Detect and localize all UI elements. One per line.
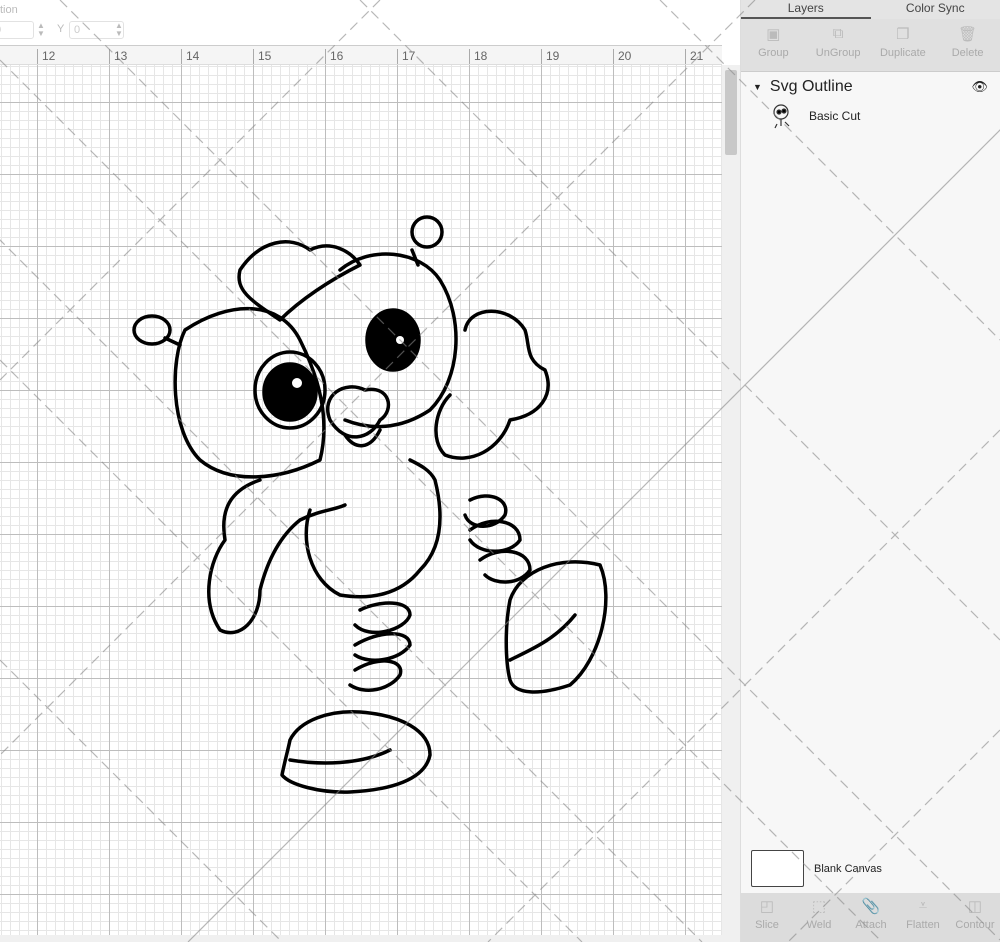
slice-icon: ◰ <box>759 898 775 915</box>
slice-label: Slice <box>755 919 779 931</box>
ruler-label: 21 <box>685 49 703 64</box>
duplicate-button[interactable]: ❐ Duplicate <box>871 19 936 71</box>
group-label: Group <box>758 47 789 59</box>
x-position-input[interactable]: 0 <box>0 21 34 39</box>
tab-color-sync[interactable]: Color Sync <box>871 0 1000 19</box>
position-label: tion <box>0 4 18 16</box>
layer-name: Basic Cut <box>809 109 861 123</box>
delete-button[interactable]: 🗑 Delete <box>935 19 1000 71</box>
y-label: Y <box>57 23 65 35</box>
layer-thumbnail <box>773 104 790 129</box>
slice-button[interactable]: ◰ Slice <box>741 893 793 942</box>
contour-button[interactable]: ◫ Contour <box>949 893 1000 942</box>
horizontal-scrollbar[interactable] <box>0 935 740 942</box>
delete-label: Delete <box>951 47 984 59</box>
blank-canvas-label: Blank Canvas <box>814 862 882 875</box>
paperclip-icon: 📎 <box>861 898 881 915</box>
y-stepper[interactable]: ▲ ▼ <box>115 22 123 38</box>
ruler-label: 13 <box>109 49 127 64</box>
group-name: Svg Outline <box>769 78 853 95</box>
contour-label: Contour <box>955 919 995 931</box>
scrollbar-thumb[interactable] <box>725 70 737 155</box>
canvas-swatch[interactable] <box>751 850 804 887</box>
ungroup-label: UnGroup <box>815 47 861 59</box>
weld-button[interactable]: ⬚ Weld <box>793 893 845 942</box>
ruler-label: 16 <box>325 49 343 64</box>
ruler-label: 19 <box>541 49 559 64</box>
ungroup-icon: ⧉ <box>832 25 844 42</box>
attach-label: Attach <box>855 919 887 931</box>
layers-panel: Layers Color Sync ▣ Group ⧉ UnGroup ❐ Dupli… <box>740 0 1000 942</box>
flatten-label: Flatten <box>906 919 940 931</box>
trash-icon: 🗑 <box>958 26 978 43</box>
weld-icon: ⬚ <box>811 898 827 915</box>
horizontal-ruler: 12 13 14 15 16 17 18 19 20 21 <box>0 45 722 65</box>
flatten-icon: ⩡ <box>918 897 928 914</box>
flatten-button[interactable]: ⩡ Flatten <box>897 893 949 942</box>
layer-item[interactable]: Basic Cut <box>741 102 1000 130</box>
ruler-label: 17 <box>397 49 415 64</box>
vertical-scrollbar[interactable] <box>722 65 740 935</box>
position-toolbar: tion 0 ▲▼ Y 0 ▲▼ <box>0 0 740 45</box>
group-icon: ▣ <box>766 26 781 43</box>
duplicate-label: Duplicate <box>879 47 926 59</box>
layer-group[interactable]: ▼ Svg Outline 👁 <box>741 72 1000 102</box>
ungroup-button[interactable]: ⧉ UnGroup <box>806 19 871 71</box>
attach-button[interactable]: 📎 Attach <box>845 893 897 942</box>
ruler-label: 14 <box>181 49 199 64</box>
group-button[interactable]: ▣ Group <box>741 19 806 71</box>
eye-icon[interactable]: 👁 <box>971 79 988 95</box>
ruler-label: 12 <box>37 49 55 64</box>
contour-icon: ◫ <box>967 898 983 915</box>
design-canvas[interactable] <box>0 65 722 935</box>
tab-layers[interactable]: Layers <box>741 0 871 19</box>
ruler-label: 20 <box>613 49 631 64</box>
x-stepper[interactable]: ▲ ▼ <box>37 22 45 38</box>
ruler-label: 15 <box>253 49 271 64</box>
duplicate-icon: ❐ <box>896 26 910 43</box>
ruler-label: 18 <box>469 49 487 64</box>
bee-outline-design[interactable] <box>0 65 722 935</box>
caret-down-icon[interactable]: ▼ <box>753 82 762 92</box>
weld-label: Weld <box>806 919 832 931</box>
blank-canvas-layer[interactable]: Blank Canvas <box>751 850 882 887</box>
